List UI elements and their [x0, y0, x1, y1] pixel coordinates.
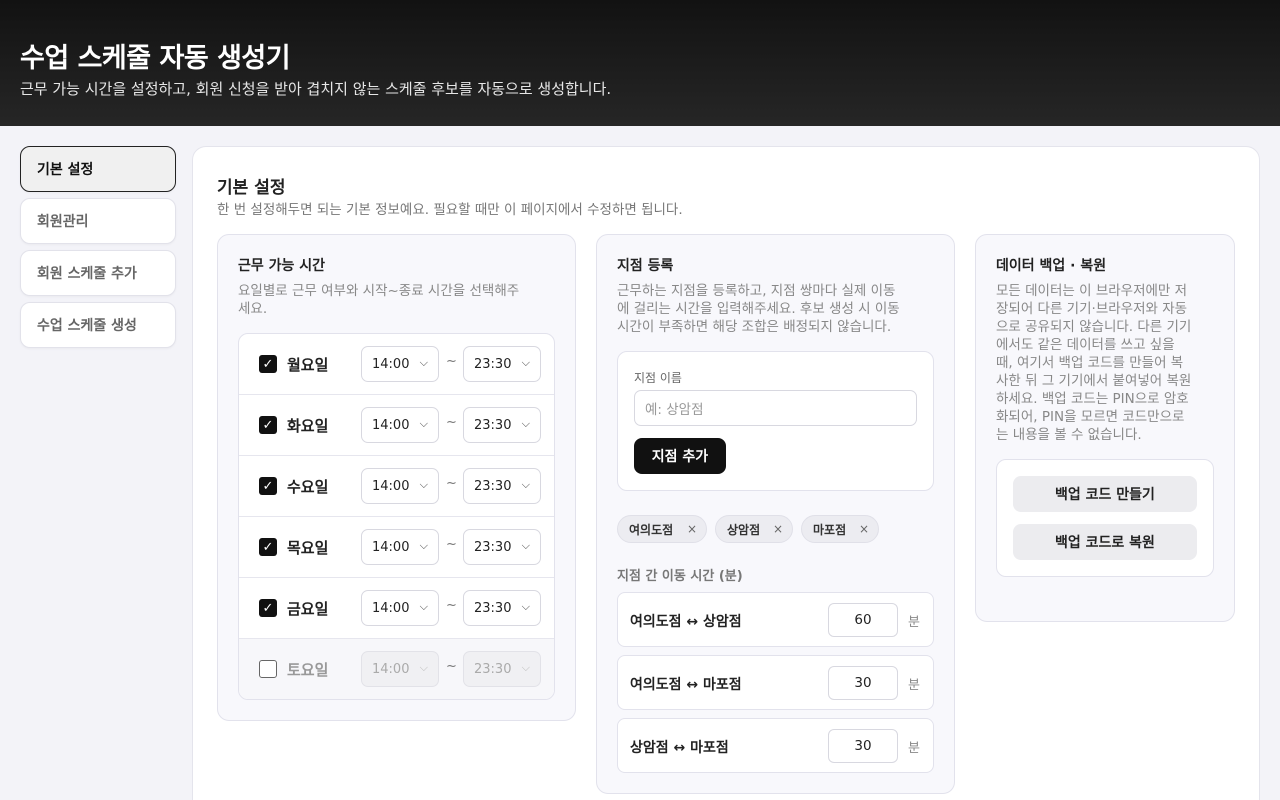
app-header: 수업 스케줄 자동 생성기 근무 가능 시간을 설정하고, 회원 신청을 받아 … [0, 0, 1280, 126]
tuesday-start-select[interactable]: 14:00 ⌵ [361, 407, 439, 443]
chevron-down-icon: ⌵ [521, 661, 530, 674]
sidebar-item-member-management[interactable]: 회원관리 [20, 198, 176, 244]
tuesday-checkbox[interactable]: ✓ [259, 416, 277, 434]
day-row-monday: ✓ 월요일 14:00 ⌵ ~ 23:30 ⌵ [239, 334, 554, 395]
travel-pair-row: 상암점 ↔ 마포점 30 분 [617, 718, 934, 773]
day-row-saturday: 토요일 14:00 ⌵ ~ 23:30 ⌵ [239, 639, 554, 699]
branch-name-input[interactable]: 예: 상암점 [634, 390, 917, 426]
remove-icon[interactable]: × [859, 522, 869, 536]
wednesday-checkbox[interactable]: ✓ [259, 477, 277, 495]
backup-actions: 백업 코드 만들기 백업 코드로 복원 [996, 459, 1214, 577]
remove-icon[interactable]: × [687, 522, 697, 536]
branch-name-label: 지점 이름 [634, 371, 682, 385]
branch-card: 지점 등록 근무하는 지점을 등록하고, 지점 쌍마다 실제 이동 에 걸리는 … [596, 234, 955, 794]
remove-icon[interactable]: × [773, 522, 783, 536]
travel-pair-row: 여의도점 ↔ 상암점 60 분 [617, 592, 934, 647]
saturday-checkbox[interactable] [259, 660, 277, 678]
chevron-down-icon: ⌵ [521, 356, 530, 369]
chevron-down-icon: ⌵ [419, 661, 428, 674]
sidebar-item-basic-settings[interactable]: 기본 설정 [20, 146, 176, 192]
branch-chip: 여의도점 × [617, 515, 707, 543]
backup-title: 데이터 백업 · 복원 [996, 258, 1107, 274]
branch-description: 근무하는 지점을 등록하고, 지점 쌍마다 실제 이동 에 걸리는 시간을 입력… [617, 283, 900, 335]
page-title: 수업 스케줄 자동 생성기 [20, 43, 291, 74]
main-panel: 기본 설정 한 번 설정해두면 되는 기본 정보예요. 필요할 때만 이 페이지… [192, 146, 1260, 800]
saturday-start-select[interactable]: 14:00 ⌵ [361, 651, 439, 687]
thursday-start-select[interactable]: 14:00 ⌵ [361, 529, 439, 565]
travel-time-label: 지점 간 이동 시간 (분) [617, 569, 743, 584]
monday-start-select[interactable]: 14:00 ⌵ [361, 346, 439, 382]
day-row-tuesday: ✓ 화요일 14:00 ⌵ ~ 23:30 ⌵ [239, 395, 554, 456]
day-row-wednesday: ✓ 수요일 14:00 ⌵ ~ 23:30 ⌵ [239, 456, 554, 517]
sidebar-nav: 기본 설정 회원관리 회원 스케줄 추가 수업 스케줄 생성 [20, 146, 176, 354]
chevron-down-icon: ⌵ [419, 478, 428, 491]
chevron-down-icon: ⌵ [521, 539, 530, 552]
wednesday-start-select[interactable]: 14:00 ⌵ [361, 468, 439, 504]
monday-checkbox[interactable]: ✓ [259, 355, 277, 373]
section-description: 한 번 설정해두면 되는 기본 정보예요. 필요할 때만 이 페이지에서 수정하… [217, 202, 683, 218]
travel-minutes-input[interactable]: 30 [828, 666, 898, 700]
chevron-down-icon: ⌵ [419, 356, 428, 369]
availability-description: 요일별로 근무 여부와 시작~종료 시간을 선택해주 세요. [238, 283, 520, 317]
chevron-down-icon: ⌵ [419, 417, 428, 430]
day-row-friday: ✓ 금요일 14:00 ⌵ ~ 23:30 ⌵ [239, 578, 554, 639]
day-label: 토요일 [287, 661, 329, 679]
restore-backup-button[interactable]: 백업 코드로 복원 [1013, 524, 1197, 560]
day-label: 월요일 [287, 356, 329, 374]
saturday-end-select[interactable]: 23:30 ⌵ [463, 651, 541, 687]
chevron-down-icon: ⌵ [419, 539, 428, 552]
monday-end-select[interactable]: 23:30 ⌵ [463, 346, 541, 382]
add-branch-button[interactable]: 지점 추가 [634, 438, 726, 474]
branch-add-form: 지점 이름 예: 상암점 지점 추가 [617, 351, 934, 491]
day-label: 화요일 [287, 417, 329, 435]
section-title: 기본 설정 [217, 178, 286, 198]
branch-chip: 상암점 × [715, 515, 793, 543]
page-subtitle: 근무 가능 시간을 설정하고, 회원 신청을 받아 겹치지 않는 스케줄 후보를… [20, 80, 612, 98]
availability-title: 근무 가능 시간 [238, 258, 326, 274]
friday-checkbox[interactable]: ✓ [259, 599, 277, 617]
create-backup-button[interactable]: 백업 코드 만들기 [1013, 476, 1197, 512]
tuesday-end-select[interactable]: 23:30 ⌵ [463, 407, 541, 443]
day-label: 금요일 [287, 600, 329, 618]
day-row-thursday: ✓ 목요일 14:00 ⌵ ~ 23:30 ⌵ [239, 517, 554, 578]
travel-pair-row: 여의도점 ↔ 마포점 30 분 [617, 655, 934, 710]
sidebar-item-generate-schedule[interactable]: 수업 스케줄 생성 [20, 302, 176, 348]
thursday-end-select[interactable]: 23:30 ⌵ [463, 529, 541, 565]
chevron-down-icon: ⌵ [521, 600, 530, 613]
backup-description: 모든 데이터는 이 브라우저에만 저 장되어 다른 기기·브라우저와 자동 으로… [996, 283, 1192, 443]
backup-card: 데이터 백업 · 복원 모든 데이터는 이 브라우저에만 저 장되어 다른 기기… [975, 234, 1235, 622]
chevron-down-icon: ⌵ [419, 600, 428, 613]
sidebar-item-add-member-schedule[interactable]: 회원 스케줄 추가 [20, 250, 176, 296]
travel-minutes-input[interactable]: 30 [828, 729, 898, 763]
branch-title: 지점 등록 [617, 258, 674, 274]
weekday-schedule-list: ✓ 월요일 14:00 ⌵ ~ 23:30 ⌵ ✓ 화요일 14:00 ⌵ ~ 23:… [238, 333, 555, 700]
friday-start-select[interactable]: 14:00 ⌵ [361, 590, 439, 626]
thursday-checkbox[interactable]: ✓ [259, 538, 277, 556]
travel-minutes-input[interactable]: 60 [828, 603, 898, 637]
chevron-down-icon: ⌵ [521, 478, 530, 491]
wednesday-end-select[interactable]: 23:30 ⌵ [463, 468, 541, 504]
day-label: 수요일 [287, 478, 329, 496]
branch-chip: 마포점 × [801, 515, 879, 543]
chevron-down-icon: ⌵ [521, 417, 530, 430]
availability-card: 근무 가능 시간 요일별로 근무 여부와 시작~종료 시간을 선택해주 세요. … [217, 234, 576, 721]
day-label: 목요일 [287, 539, 329, 557]
friday-end-select[interactable]: 23:30 ⌵ [463, 590, 541, 626]
